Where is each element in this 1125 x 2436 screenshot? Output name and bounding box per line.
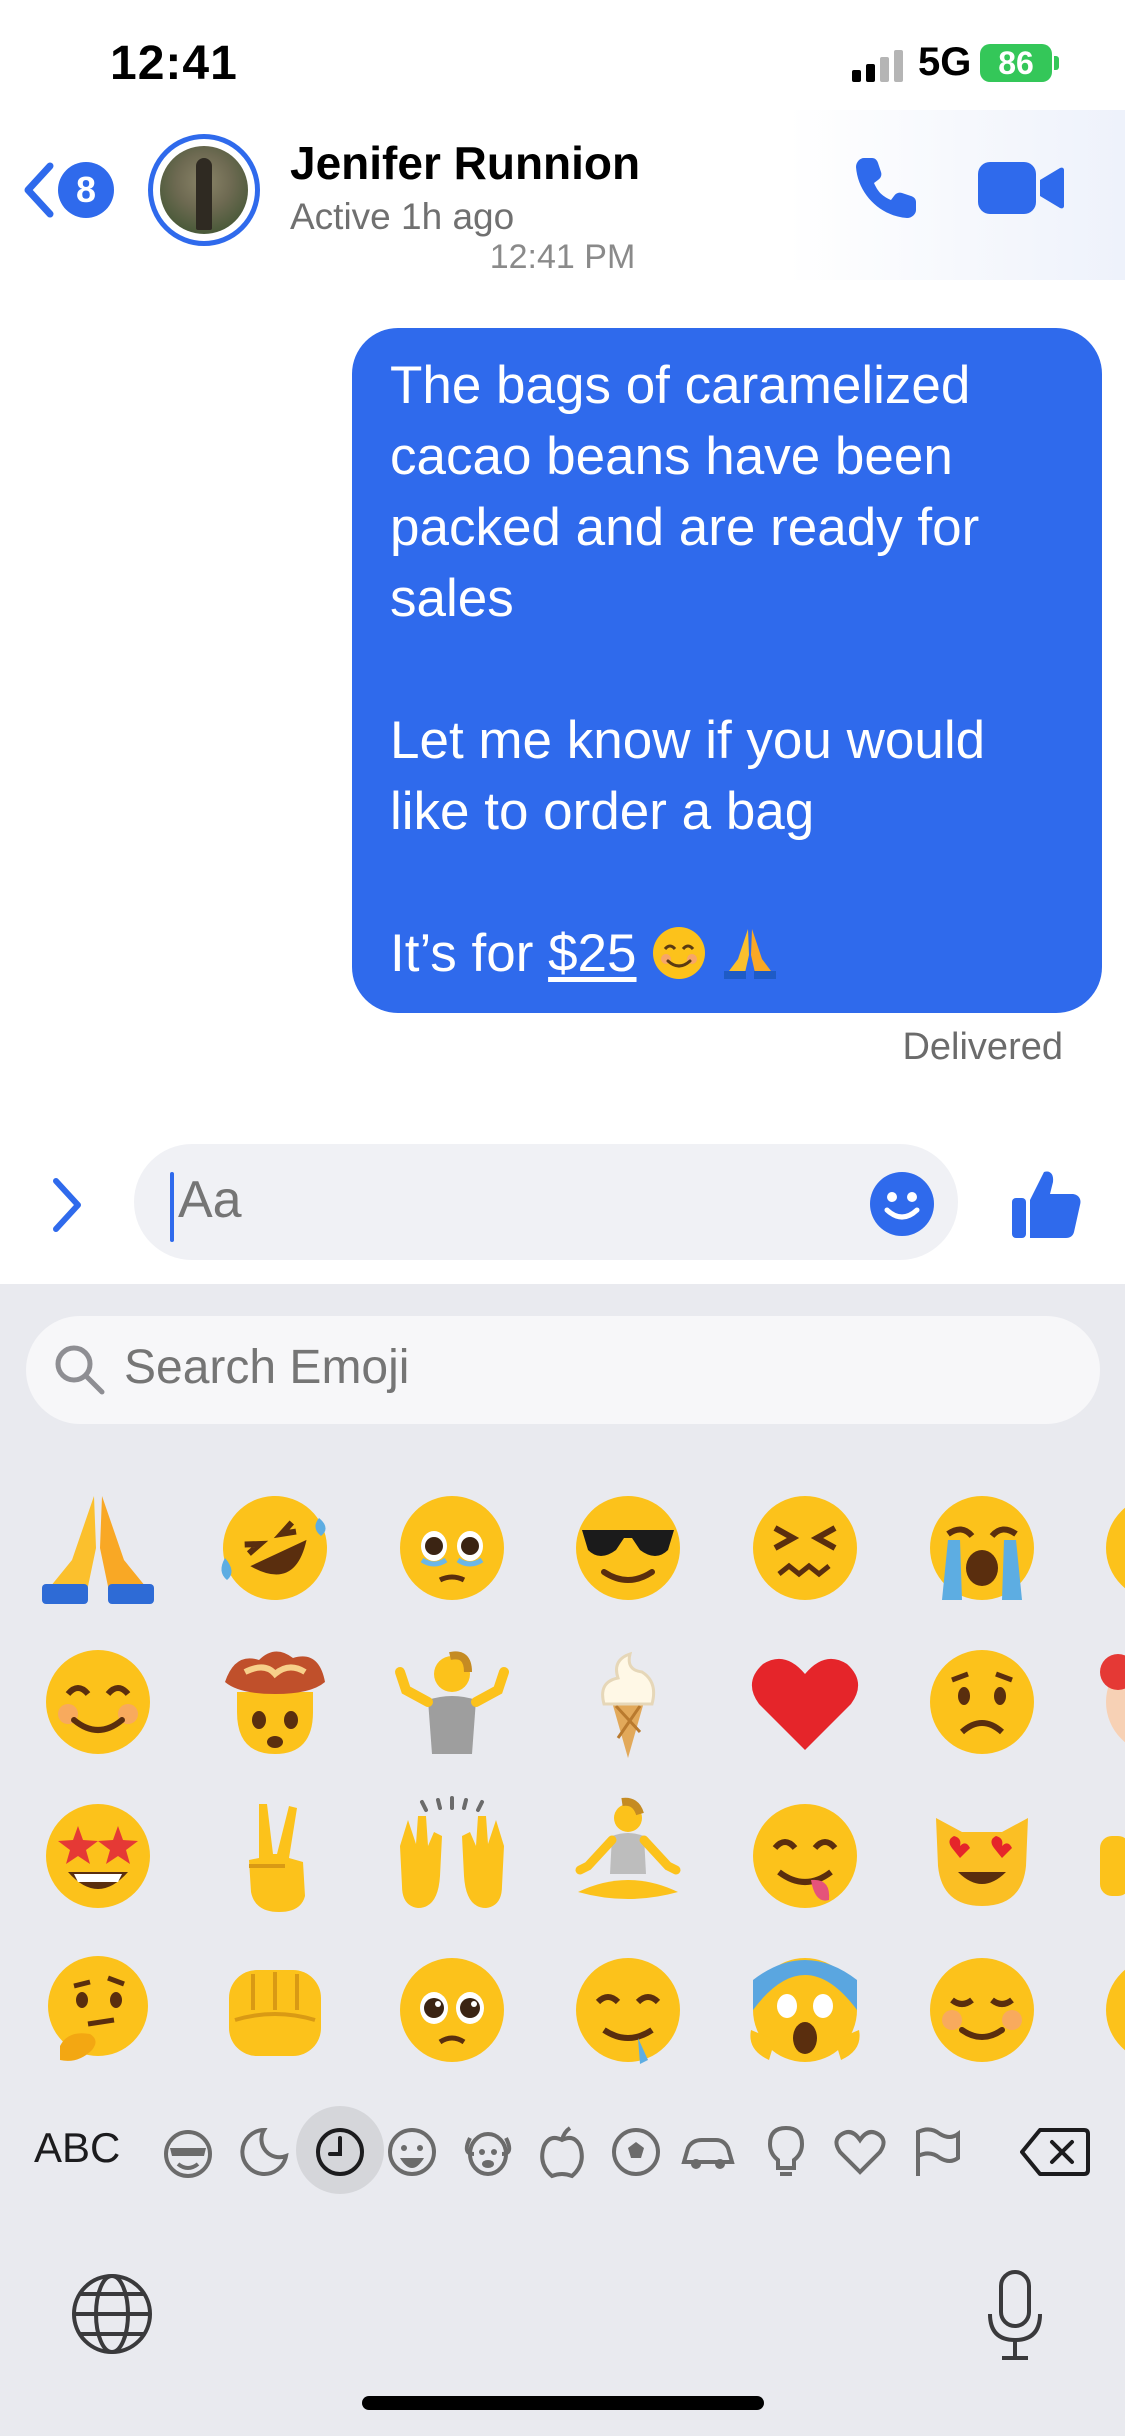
recent-category-icon[interactable] bbox=[312, 2124, 368, 2180]
message-timestamp: 12:41 PM bbox=[489, 238, 636, 276]
red-heart-icon[interactable] bbox=[745, 1642, 865, 1762]
price-link[interactable]: $25 bbox=[548, 924, 636, 983]
message-paragraph: Let me know if you would like to order a… bbox=[390, 711, 986, 841]
emoji-grid bbox=[0, 1478, 1125, 2078]
contact-name[interactable]: Jenifer Runnion bbox=[290, 136, 640, 190]
emoji-picker-icon[interactable] bbox=[868, 1170, 936, 1238]
victory-hand-icon[interactable] bbox=[215, 1796, 335, 1916]
thinking-face-icon[interactable] bbox=[38, 1950, 158, 2070]
confounded-face-icon[interactable] bbox=[745, 1488, 865, 1608]
objects-category-icon[interactable] bbox=[758, 2124, 814, 2180]
video-call-icon[interactable] bbox=[978, 160, 1064, 216]
animals-category-icon[interactable] bbox=[460, 2124, 516, 2180]
smiling-face-with-smiling-eyes-icon[interactable] bbox=[38, 1642, 158, 1762]
person-shrugging-icon[interactable] bbox=[392, 1642, 512, 1762]
partial-emoji-icon[interactable] bbox=[1098, 1488, 1125, 1608]
smiling-face-icon[interactable] bbox=[922, 1950, 1042, 2070]
message-paragraph: The bags of caramelized cacao beans have… bbox=[390, 356, 980, 628]
battery-icon: 86 bbox=[980, 44, 1052, 82]
unread-count-badge: 8 bbox=[58, 162, 114, 218]
emoji-search-input[interactable] bbox=[124, 1340, 924, 1395]
partial-emoji-icon[interactable] bbox=[1098, 1950, 1125, 2070]
activity-category-icon[interactable] bbox=[608, 2124, 664, 2180]
star-struck-icon[interactable] bbox=[38, 1796, 158, 1916]
globe-icon[interactable] bbox=[70, 2272, 154, 2356]
smiling-face-with-smiling-eyes-icon bbox=[653, 927, 706, 979]
flags-category-icon[interactable] bbox=[908, 2124, 964, 2180]
text-cursor bbox=[170, 1172, 174, 1242]
loudly-crying-face-icon[interactable] bbox=[922, 1488, 1042, 1608]
chevron-left-icon bbox=[24, 162, 54, 218]
home-indicator[interactable] bbox=[362, 2396, 764, 2410]
drooling-face-icon[interactable] bbox=[568, 1950, 688, 2070]
partial-emoji-icon[interactable] bbox=[1098, 1796, 1125, 1916]
smileys-category-icon[interactable] bbox=[160, 2124, 216, 2180]
network-type: 5G bbox=[918, 40, 972, 84]
contact-status: Active 1h ago bbox=[290, 196, 515, 237]
search-icon bbox=[55, 1345, 105, 1395]
expand-actions-chevron-icon[interactable] bbox=[50, 1175, 84, 1235]
thumbs-up-icon[interactable] bbox=[1008, 1166, 1084, 1242]
pleading-face-icon[interactable] bbox=[392, 1950, 512, 2070]
delete-backspace-icon[interactable] bbox=[1020, 2126, 1090, 2178]
symbols-category-icon[interactable] bbox=[832, 2124, 888, 2180]
person-in-lotus-position-icon[interactable] bbox=[568, 1796, 688, 1916]
face-savoring-food-icon[interactable] bbox=[745, 1796, 865, 1916]
rolling-on-floor-laughing-icon[interactable] bbox=[215, 1488, 335, 1608]
avatar[interactable] bbox=[160, 146, 248, 234]
back-button[interactable]: 8 bbox=[22, 150, 114, 230]
microphone-icon[interactable] bbox=[984, 2268, 1046, 2362]
folded-hands-icon[interactable] bbox=[38, 1488, 158, 1608]
folded-hands-icon bbox=[723, 929, 776, 979]
message-price-line: It’s for $25 bbox=[390, 918, 1066, 989]
price-prefix: It’s for bbox=[390, 924, 549, 983]
smiling-cat-with-heart-eyes-icon[interactable] bbox=[922, 1796, 1042, 1916]
exploding-head-icon[interactable] bbox=[215, 1642, 335, 1762]
message-input[interactable] bbox=[178, 1170, 818, 1230]
face-screaming-in-fear-icon[interactable] bbox=[745, 1950, 865, 2070]
phone-call-icon[interactable] bbox=[850, 152, 922, 224]
signal-icon bbox=[852, 50, 904, 82]
oncoming-fist-icon[interactable] bbox=[215, 1950, 335, 2070]
raising-hands-icon[interactable] bbox=[392, 1796, 512, 1916]
food-category-icon[interactable] bbox=[534, 2124, 590, 2180]
battery-nub bbox=[1054, 56, 1059, 70]
face-holding-back-tears-icon[interactable] bbox=[392, 1488, 512, 1608]
status-time: 12:41 bbox=[110, 37, 238, 90]
message-bubble[interactable]: The bags of caramelized cacao beans have… bbox=[352, 328, 1102, 1013]
delivery-status: Delivered bbox=[902, 1026, 1063, 1068]
soft-ice-cream-icon[interactable] bbox=[568, 1642, 688, 1762]
smiling-face-with-sunglasses-icon[interactable] bbox=[568, 1488, 688, 1608]
worried-face-icon[interactable] bbox=[922, 1642, 1042, 1762]
abc-keyboard-switch[interactable]: ABC bbox=[34, 2124, 120, 2172]
animals-nature-category-icon[interactable] bbox=[236, 2124, 292, 2180]
people-category-icon[interactable] bbox=[384, 2124, 440, 2180]
partial-emoji-icon[interactable] bbox=[1098, 1642, 1125, 1762]
travel-category-icon[interactable] bbox=[680, 2124, 736, 2180]
